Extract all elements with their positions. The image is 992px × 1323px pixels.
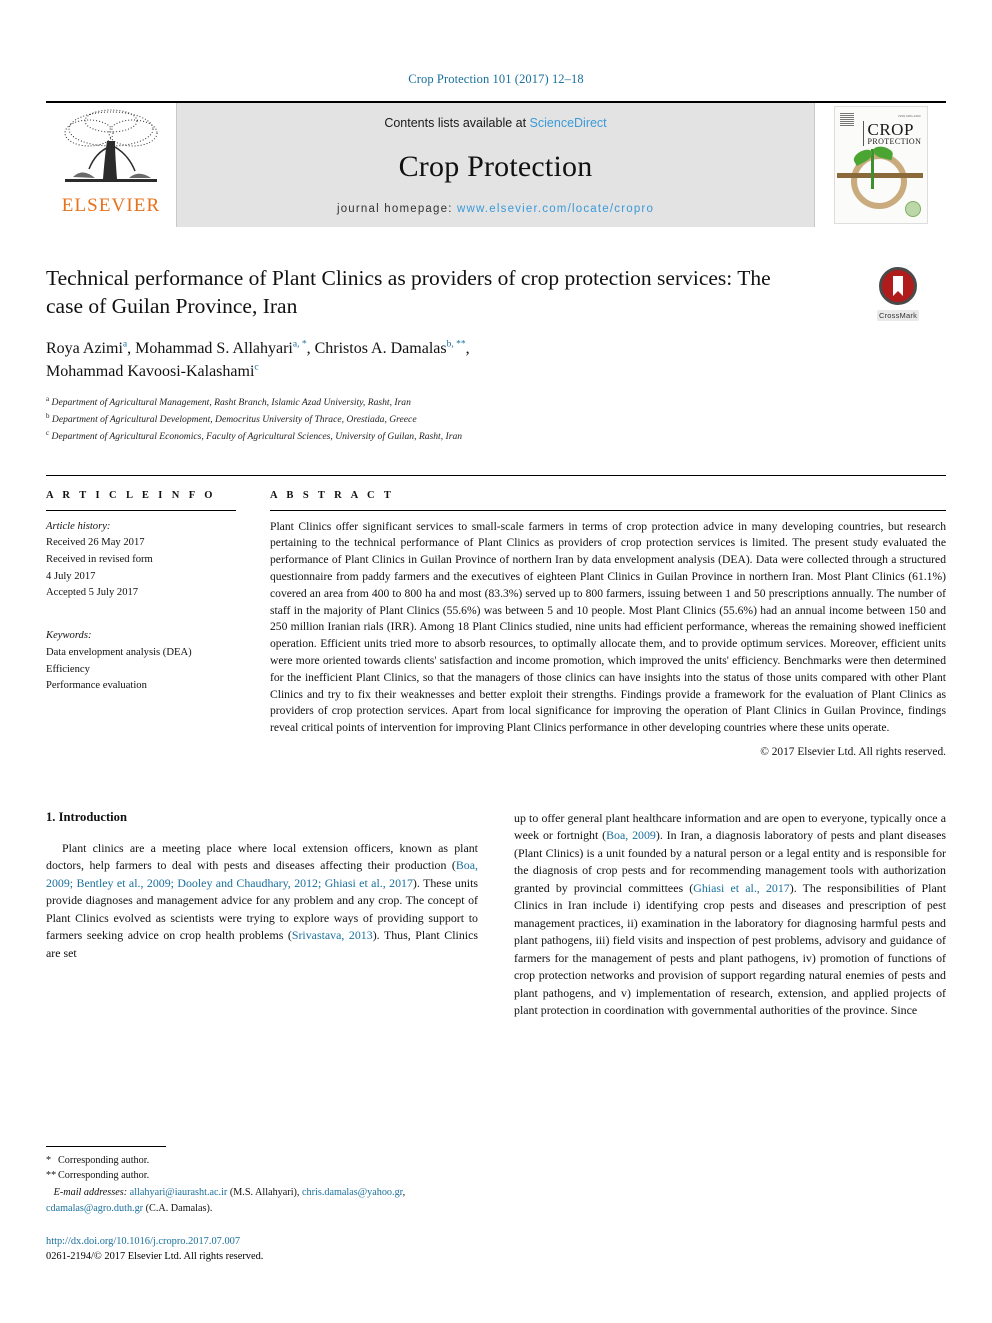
affiliation-text: Department of Agricultural Development, … bbox=[51, 414, 417, 426]
cover-eco-badge-icon bbox=[904, 201, 921, 217]
author-affil-mark: b, ** bbox=[446, 339, 466, 350]
body-columns: 1. Introduction Plant clinics are a meet… bbox=[46, 810, 946, 1020]
author-affil-mark: a bbox=[122, 339, 128, 350]
body-column-right: up to offer general plant healthcare inf… bbox=[514, 810, 946, 1020]
crossmark-icon bbox=[879, 267, 917, 305]
elsevier-wordmark: ELSEVIER bbox=[61, 195, 161, 216]
citation-link[interactable]: Boa, 2009 bbox=[606, 828, 656, 842]
issn-copyright-line: 0261-2194/© 2017 Elsevier Ltd. All right… bbox=[46, 1251, 264, 1263]
keyword-item: Performance evaluation bbox=[46, 680, 147, 692]
title-block: Technical performance of Plant Clinics a… bbox=[46, 265, 946, 445]
cover-bar-graphic bbox=[836, 173, 923, 178]
email-owner-damalas: (C.A. Damalas). bbox=[145, 1202, 213, 1214]
info-abstract-section: A R T I C L E I N F O Article history: R… bbox=[46, 474, 946, 758]
footnote-divider bbox=[46, 1145, 166, 1147]
email-owner-allahyari: (M.S. Allahyari), bbox=[229, 1187, 300, 1199]
body-column-left: 1. Introduction Plant clinics are a meet… bbox=[46, 810, 478, 1020]
article-history-item: Received 26 May 2017 bbox=[46, 537, 145, 549]
article-info-column: A R T I C L E I N F O Article history: R… bbox=[46, 476, 262, 758]
journal-cover-block: ISSN 0261-2194 CROP PROTECTION bbox=[814, 103, 946, 227]
section-heading-introduction: 1. Introduction bbox=[46, 809, 127, 824]
article-history-item: 4 July 2017 bbox=[46, 570, 96, 582]
article-info-heading: A R T I C L E I N F O bbox=[46, 489, 216, 501]
corresponding-author-note-2: ** Corresponding author. bbox=[46, 1168, 466, 1184]
journal-homepage-link[interactable]: www.elsevier.com/locate/cropro bbox=[457, 203, 654, 215]
affiliation-item: b Department of Agricultural Development… bbox=[46, 411, 838, 428]
affiliation-mark: b bbox=[46, 412, 50, 421]
cover-title-line2: PROTECTION bbox=[867, 137, 922, 146]
article-history-item: Accepted 5 July 2017 bbox=[46, 587, 139, 599]
affiliation-item: a Department of Agricultural Management,… bbox=[46, 394, 838, 411]
sciencedirect-link[interactable]: ScienceDirect bbox=[530, 116, 607, 130]
double-asterisk-icon: ** bbox=[46, 1170, 57, 1182]
page-title: Technical performance of Plant Clinics a… bbox=[46, 266, 771, 318]
cover-title-line1: CROP bbox=[867, 120, 914, 139]
intro-text-part: ). The responsibilities of Plant Clinics… bbox=[514, 880, 947, 1018]
affiliation-mark: c bbox=[46, 428, 50, 437]
crossmark-badge[interactable]: CrossMark bbox=[850, 267, 946, 323]
keywords-block: Keywords: Data envelopment analysis (DEA… bbox=[46, 628, 236, 695]
journal-banner-center: Contents lists available at ScienceDirec… bbox=[177, 103, 814, 227]
intro-paragraph-right: up to offer general plant healthcare inf… bbox=[514, 810, 946, 1020]
email-link-damalas-duth[interactable]: cdamalas@agro.duth.gr bbox=[46, 1203, 143, 1214]
doi-block: http://dx.doi.org/10.1016/j.cropro.2017.… bbox=[46, 1234, 466, 1265]
email-link-allahyari[interactable]: allahyari@iaurasht.ac.ir bbox=[130, 1187, 228, 1198]
paper-page: Crop Protection 101 (2017) 12–18 ELSEVIE… bbox=[0, 0, 992, 1323]
abstract-text: Plant Clinics offer significant services… bbox=[270, 519, 946, 735]
corresponding-author-note-1: * Corresponding author. bbox=[46, 1153, 466, 1169]
contents-line: Contents lists available at ScienceDirec… bbox=[384, 116, 606, 130]
intro-text-part: Plant clinics are a meeting place where … bbox=[46, 840, 478, 873]
author-name: Mohammad Kavoosi-Kalashami bbox=[46, 363, 255, 381]
homepage-prefix: journal homepage: bbox=[336, 203, 457, 215]
email-addresses-note: E-mail addresses: allahyari@iaurasht.ac.… bbox=[46, 1187, 406, 1214]
email-link-damalas-yahoo[interactable]: chris.damalas@yahoo.gr bbox=[302, 1187, 403, 1198]
article-info-divider bbox=[46, 509, 236, 511]
cover-title: CROP PROTECTION bbox=[862, 120, 922, 146]
journal-title: Crop Protection bbox=[398, 149, 593, 183]
journal-homepage-line: journal homepage: www.elsevier.com/locat… bbox=[337, 203, 654, 215]
intro-paragraph-left: Plant clinics are a meeting place where … bbox=[46, 840, 478, 963]
cover-issn-text: ISSN 0261-2194 bbox=[898, 114, 921, 118]
contents-prefix: Contents lists available at bbox=[384, 116, 530, 130]
corresponding-author-text: Corresponding author. bbox=[58, 1170, 150, 1182]
crossmark-label: CrossMark bbox=[876, 310, 920, 321]
journal-banner: ELSEVIER Contents lists available at Sci… bbox=[46, 101, 946, 227]
author-name: Mohammad S. Allahyari bbox=[135, 339, 293, 357]
abstract-heading: A B S T R A C T bbox=[270, 489, 395, 501]
cover-publisher-mark bbox=[839, 113, 854, 127]
publisher-logo-block: ELSEVIER bbox=[46, 103, 177, 227]
keyword-item: Efficiency bbox=[46, 663, 90, 675]
affiliation-list: a Department of Agricultural Management,… bbox=[46, 394, 838, 444]
article-history-label: Article history: bbox=[46, 520, 111, 532]
affiliation-text: Department of Agricultural Management, R… bbox=[51, 397, 411, 409]
citation-link[interactable]: Ghiasi et al., 2017 bbox=[693, 881, 789, 895]
citation-link[interactable]: Srivastava, 2013 bbox=[292, 928, 373, 942]
title-and-authors: Technical performance of Plant Clinics a… bbox=[46, 265, 850, 445]
elsevier-tree-icon bbox=[59, 107, 163, 195]
keywords-label: Keywords: bbox=[46, 630, 92, 642]
doi-link[interactable]: http://dx.doi.org/10.1016/j.cropro.2017.… bbox=[46, 1234, 466, 1250]
abstract-column: A B S T R A C T Plant Clinics offer sign… bbox=[262, 476, 946, 758]
author-affil-mark: c bbox=[254, 362, 259, 373]
author-list: Roya Azimia, Mohammad S. Allahyaria, *, … bbox=[46, 339, 470, 381]
affiliation-item: c Department of Agricultural Economics, … bbox=[46, 428, 838, 445]
running-head: Crop Protection 101 (2017) 12–18 bbox=[408, 72, 584, 86]
corresponding-author-text: Corresponding author. bbox=[58, 1154, 150, 1166]
affiliation-text: Department of Agricultural Economics, Fa… bbox=[51, 430, 463, 442]
author-name: Christos A. Damalas bbox=[314, 339, 447, 357]
abstract-divider bbox=[270, 509, 946, 511]
article-history-block: Article history: Received 26 May 2017 Re… bbox=[46, 519, 236, 603]
affiliation-mark: a bbox=[46, 395, 50, 404]
asterisk-icon: * bbox=[46, 1154, 52, 1166]
abstract-copyright: © 2017 Elsevier Ltd. All rights reserved… bbox=[760, 745, 946, 758]
footnote-block: * Corresponding author. ** Corresponding a… bbox=[46, 1145, 466, 1265]
keyword-item: Data envelopment analysis (DEA) bbox=[46, 646, 192, 658]
journal-cover-thumbnail: ISSN 0261-2194 CROP PROTECTION bbox=[833, 106, 928, 224]
author-name: Roya Azimi bbox=[46, 339, 123, 357]
article-history-item: Received in revised form bbox=[46, 554, 153, 566]
author-affil-mark: a, * bbox=[292, 339, 307, 350]
email-addresses-label: E-mail addresses: bbox=[53, 1187, 128, 1199]
